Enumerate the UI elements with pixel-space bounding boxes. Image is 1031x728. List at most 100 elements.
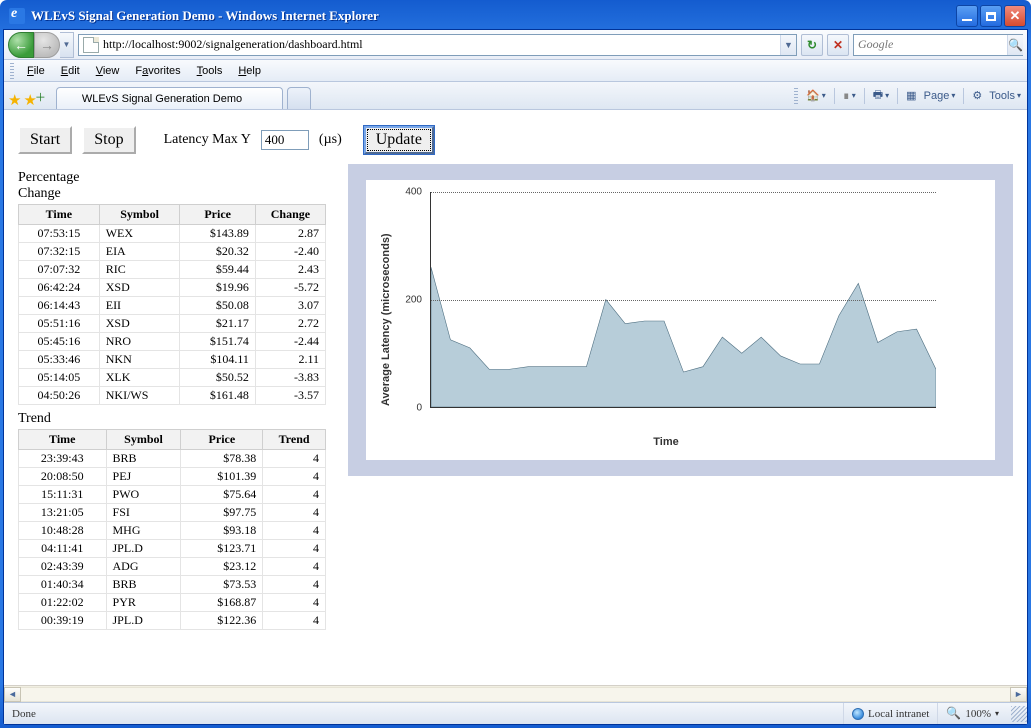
cell-symbol: XSD bbox=[99, 315, 180, 333]
cell-time: 06:42:24 bbox=[19, 279, 100, 297]
menu-view[interactable]: View bbox=[89, 63, 127, 79]
cell-price: $50.08 bbox=[180, 297, 255, 315]
chevron-down-icon: ▾ bbox=[995, 709, 999, 718]
cell-price: $20.32 bbox=[180, 243, 255, 261]
ie-icon bbox=[9, 8, 25, 24]
favorites-icon[interactable]: ★ bbox=[8, 91, 21, 109]
latency-input[interactable] bbox=[261, 130, 309, 150]
page-menu[interactable]: ▦ Page▾ bbox=[904, 88, 957, 103]
menu-file[interactable]: File bbox=[20, 63, 52, 79]
cell-symbol: EIA bbox=[99, 243, 180, 261]
gear-icon: ⚙ bbox=[972, 89, 982, 102]
table-row: 04:11:41JPL.D$123.714 bbox=[19, 540, 326, 558]
status-text: Done bbox=[4, 703, 843, 724]
cell-time: 13:21:05 bbox=[19, 504, 107, 522]
address-bar[interactable]: ▼ bbox=[78, 34, 797, 56]
add-favorite-icon[interactable]: ★＋ bbox=[23, 91, 45, 109]
cell-trend: 4 bbox=[263, 468, 326, 486]
tab-bar: ★ ★＋ WLEvS Signal Generation Demo 🏠▾ ∎▾ … bbox=[4, 82, 1027, 110]
chart-xlabel: Time bbox=[396, 436, 936, 448]
scroll-right-button[interactable]: ► bbox=[1010, 687, 1027, 702]
home-button[interactable]: 🏠▾ bbox=[804, 88, 828, 103]
cell-symbol: JPL.D bbox=[106, 612, 181, 630]
col-price: Price bbox=[180, 205, 255, 225]
col-symbol: Symbol bbox=[99, 205, 180, 225]
menu-edit[interactable]: Edit bbox=[54, 63, 87, 79]
cell-symbol: JPL.D bbox=[106, 540, 181, 558]
zoom-icon: 🔍 bbox=[946, 706, 961, 721]
cell-time: 23:39:43 bbox=[19, 450, 107, 468]
rss-icon: ∎ bbox=[843, 89, 850, 102]
cell-price: $143.89 bbox=[180, 225, 255, 243]
scroll-track[interactable] bbox=[21, 687, 1010, 702]
table-row: 04:50:26NKI/WS$161.48-3.57 bbox=[19, 387, 326, 405]
cell-change: 3.07 bbox=[255, 297, 325, 315]
grip-icon bbox=[794, 88, 798, 104]
zoom-control[interactable]: 🔍 100% ▾ bbox=[937, 703, 1007, 724]
cell-symbol: NKN bbox=[99, 351, 180, 369]
address-input[interactable] bbox=[103, 35, 780, 55]
resize-grip[interactable] bbox=[1011, 706, 1027, 722]
maximize-button[interactable] bbox=[980, 5, 1002, 27]
table-row: 07:07:32RIC$59.442.43 bbox=[19, 261, 326, 279]
latency-unit: (µs) bbox=[319, 132, 342, 148]
status-bar: Done Local intranet 🔍 100% ▾ bbox=[4, 702, 1027, 724]
cell-time: 05:33:46 bbox=[19, 351, 100, 369]
menu-bar: File Edit View Favorites Tools Help bbox=[4, 60, 1027, 82]
cell-trend: 4 bbox=[263, 576, 326, 594]
print-button[interactable]: 🖶▾ bbox=[871, 85, 891, 106]
cell-change: -5.72 bbox=[255, 279, 325, 297]
cell-time: 00:39:19 bbox=[19, 612, 107, 630]
table-row: 20:08:50PEJ$101.394 bbox=[19, 468, 326, 486]
cell-time: 01:22:02 bbox=[19, 594, 107, 612]
cell-symbol: PYR bbox=[106, 594, 181, 612]
stop-button[interactable]: ✕ bbox=[827, 34, 849, 56]
nav-bar: ← → ▼ ▼ ↻ ✕ 🔍 bbox=[4, 30, 1027, 60]
refresh-button[interactable]: ↻ bbox=[801, 34, 823, 56]
update-button[interactable]: Update bbox=[364, 126, 434, 154]
cell-time: 04:11:41 bbox=[19, 540, 107, 558]
cell-change: 2.11 bbox=[255, 351, 325, 369]
titlebar[interactable]: WLEvS Signal Generation Demo - Windows I… bbox=[3, 3, 1028, 29]
menu-tools[interactable]: Tools bbox=[190, 63, 230, 79]
cell-symbol: WEX bbox=[99, 225, 180, 243]
cell-price: $93.18 bbox=[181, 522, 263, 540]
address-dropdown[interactable]: ▼ bbox=[780, 35, 796, 55]
stop-dashboard-button[interactable]: Stop bbox=[82, 126, 135, 154]
table-row: 02:43:39ADG$23.124 bbox=[19, 558, 326, 576]
new-tab-button[interactable] bbox=[287, 87, 311, 109]
table-row: 07:53:15WEX$143.892.87 bbox=[19, 225, 326, 243]
cell-change: 2.72 bbox=[255, 315, 325, 333]
start-button[interactable]: Start bbox=[18, 126, 72, 154]
security-zone[interactable]: Local intranet bbox=[843, 703, 937, 724]
col-trend: Trend bbox=[263, 430, 326, 450]
horizontal-scrollbar[interactable]: ◄ ► bbox=[4, 685, 1027, 702]
scroll-left-button[interactable]: ◄ bbox=[4, 687, 21, 702]
minimize-button[interactable] bbox=[956, 5, 978, 27]
menu-favorites[interactable]: Favorites bbox=[128, 63, 187, 79]
tab-active[interactable]: WLEvS Signal Generation Demo bbox=[56, 87, 283, 109]
menu-help[interactable]: Help bbox=[231, 63, 268, 79]
latency-label: Latency Max Y bbox=[164, 132, 251, 148]
chart-panel: Average Latency (microseconds) 0200400 T… bbox=[348, 164, 1013, 476]
cell-time: 06:14:43 bbox=[19, 297, 100, 315]
cell-trend: 4 bbox=[263, 450, 326, 468]
cell-change: 2.43 bbox=[255, 261, 325, 279]
search-icon[interactable]: 🔍 bbox=[1007, 35, 1023, 55]
cell-price: $75.64 bbox=[181, 486, 263, 504]
cell-change: 2.87 bbox=[255, 225, 325, 243]
history-dropdown[interactable]: ▼ bbox=[60, 32, 74, 58]
cell-change: -2.44 bbox=[255, 333, 325, 351]
close-button[interactable]: ✕ bbox=[1004, 5, 1026, 27]
search-box[interactable]: 🔍 bbox=[853, 34, 1023, 56]
cell-time: 07:32:15 bbox=[19, 243, 100, 261]
table-row: 05:51:16XSD$21.172.72 bbox=[19, 315, 326, 333]
cell-price: $123.71 bbox=[181, 540, 263, 558]
search-input[interactable] bbox=[854, 35, 1007, 55]
tools-menu[interactable]: ⚙ Tools▾ bbox=[970, 88, 1023, 103]
back-button[interactable]: ← bbox=[8, 32, 34, 58]
feeds-button[interactable]: ∎▾ bbox=[841, 88, 858, 103]
table-row: 05:45:16NRO$151.74-2.44 bbox=[19, 333, 326, 351]
forward-button[interactable]: → bbox=[34, 32, 60, 58]
cell-symbol: XSD bbox=[99, 279, 180, 297]
